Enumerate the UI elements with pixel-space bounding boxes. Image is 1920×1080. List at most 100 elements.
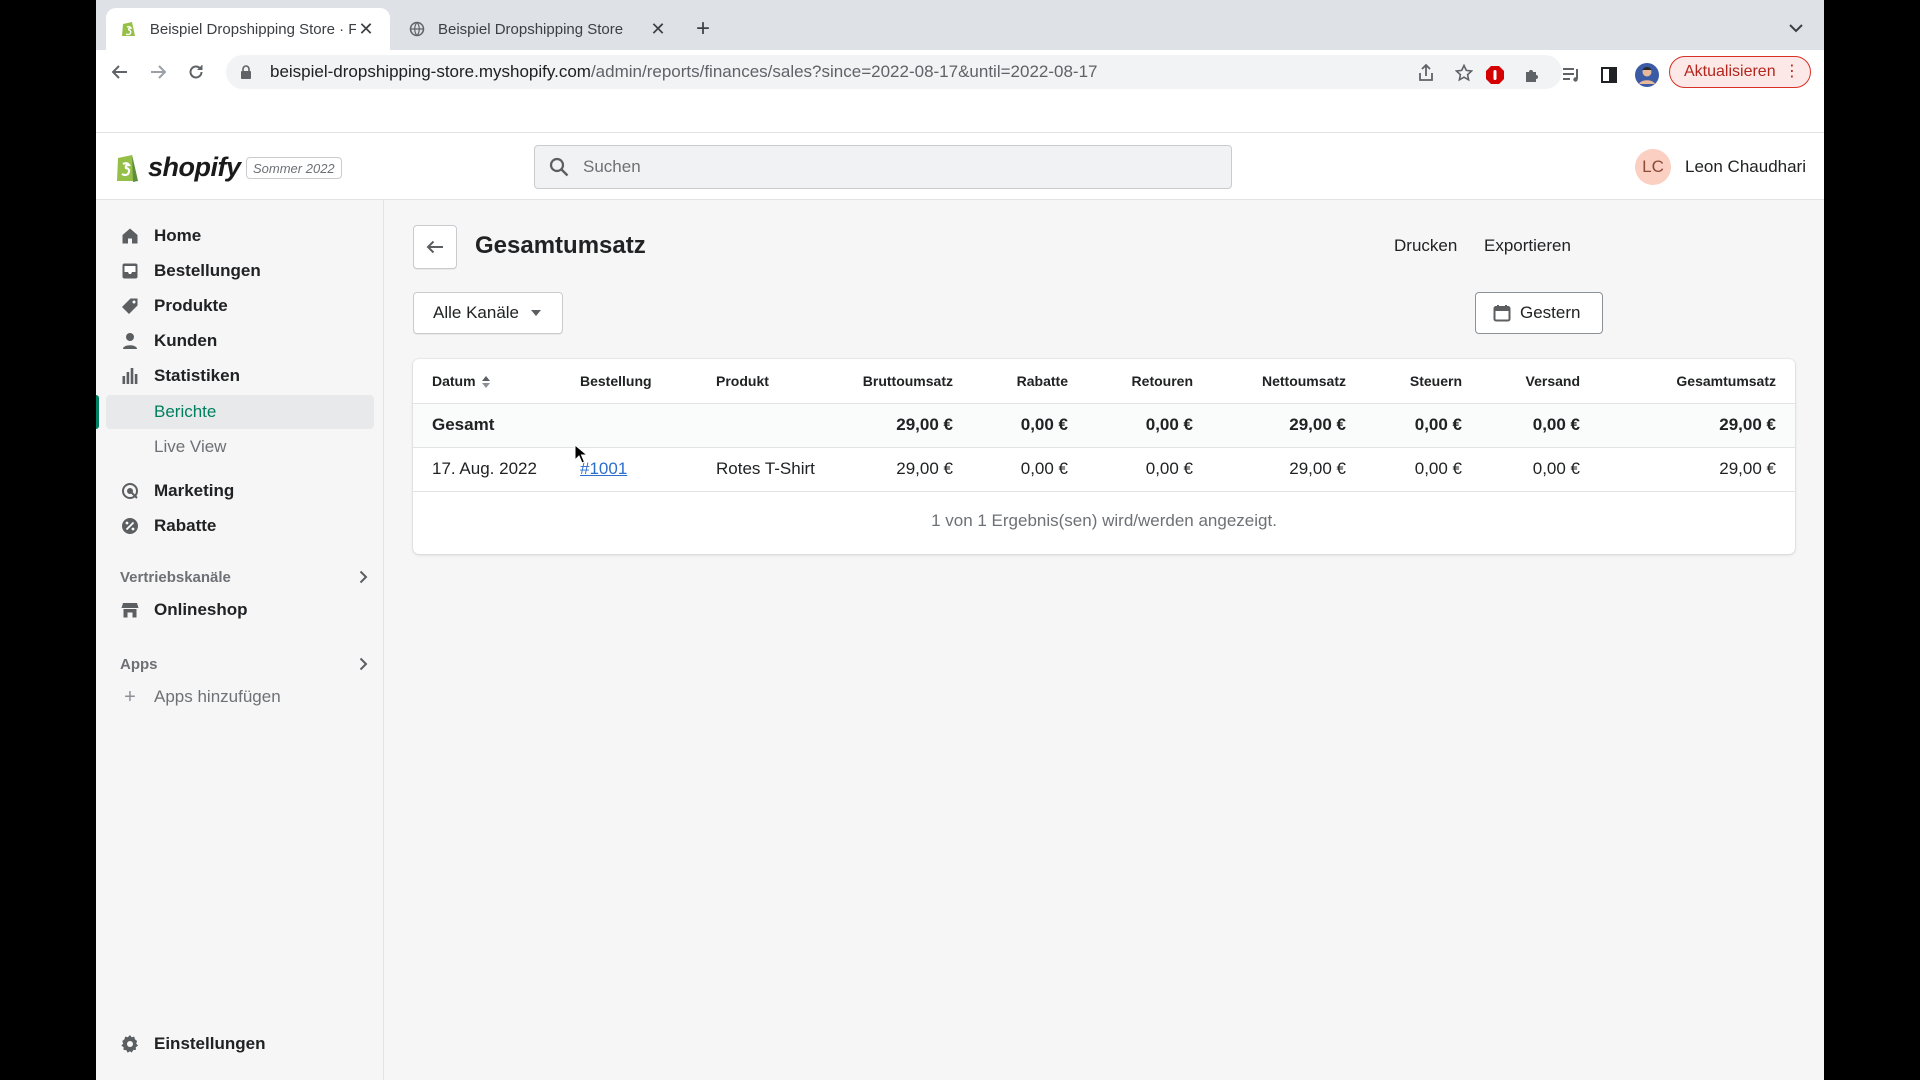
tab-title: Beispiel Dropshipping Store · F bbox=[149, 20, 357, 38]
reload-icon[interactable] bbox=[182, 58, 210, 86]
column-header-gross-sales[interactable]: Bruttoumsatz bbox=[837, 359, 972, 404]
channel-filter-dropdown[interactable]: Alle Kanäle bbox=[413, 292, 563, 334]
date-range-button[interactable]: Gestern bbox=[1475, 292, 1603, 334]
share-icon[interactable] bbox=[1416, 63, 1436, 83]
back-arrow-icon[interactable] bbox=[106, 58, 134, 86]
table-cell: 29,00 € bbox=[1599, 447, 1795, 492]
table-cell: 0,00 € bbox=[972, 403, 1087, 448]
shopify-topbar: shopify Sommer 2022 Suchen LC Leon Chaud… bbox=[96, 132, 1824, 200]
chevron-right-icon bbox=[354, 655, 372, 673]
table-cell: 0,00 € bbox=[1087, 403, 1212, 448]
column-header-order[interactable]: Bestellung bbox=[561, 359, 697, 404]
close-tab-icon[interactable]: ✕ bbox=[356, 19, 376, 39]
url-path: /admin/reports/finances/sales?since=2022… bbox=[590, 62, 1098, 81]
apps-header[interactable]: Apps bbox=[120, 652, 372, 676]
bookmark-star-icon[interactable] bbox=[1454, 63, 1474, 83]
tab-inactive[interactable]: Beispiel Dropshipping Store ✕ bbox=[394, 8, 682, 50]
sidebar-item-online-store[interactable]: Onlineshop bbox=[106, 593, 374, 627]
tab-search-chevron-icon[interactable] bbox=[1786, 18, 1806, 38]
active-indicator bbox=[96, 395, 99, 429]
shopify-favicon-icon bbox=[120, 20, 138, 38]
media-queue-icon[interactable] bbox=[1558, 62, 1584, 88]
forward-arrow-icon[interactable] bbox=[144, 58, 172, 86]
table-cell: 29,00 € bbox=[1599, 403, 1795, 448]
sales-channels-header[interactable]: Vertriebskanäle bbox=[120, 565, 372, 589]
tab-active[interactable]: Beispiel Dropshipping Store · F ✕ bbox=[106, 8, 390, 50]
browser-window: Beispiel Dropshipping Store · F ✕ Beispi… bbox=[96, 0, 1824, 1080]
channel-filter-label: Alle Kanäle bbox=[433, 303, 520, 322]
extensions-puzzle-icon[interactable] bbox=[1520, 62, 1546, 88]
table-cell: 29,00 € bbox=[1212, 447, 1365, 492]
calendar-icon bbox=[1493, 304, 1511, 322]
avatar: LC bbox=[1635, 149, 1672, 185]
adblock-extension-icon[interactable] bbox=[1482, 62, 1508, 88]
table-cell: 0,00 € bbox=[1365, 447, 1481, 492]
date-range-label: Gestern bbox=[1520, 303, 1581, 322]
report-table-card: Datum Bestellung Produkt Bruttoumsatz Ra… bbox=[413, 359, 1795, 554]
arrow-left-icon bbox=[426, 240, 443, 254]
sidebar-item-marketing[interactable]: Marketing bbox=[106, 474, 374, 508]
column-header-product[interactable]: Produkt bbox=[697, 359, 837, 404]
table-cell bbox=[697, 403, 837, 448]
sidebar-subitem-live-view[interactable]: Live View bbox=[106, 430, 374, 464]
side-panel-icon[interactable] bbox=[1596, 62, 1622, 88]
sidebar-item-label: Onlineshop bbox=[154, 600, 248, 619]
export-button[interactable]: Exportieren bbox=[1484, 236, 1571, 256]
main-content: Gesamtumsatz Drucken Exportieren Alle Ka… bbox=[384, 200, 1824, 1080]
search-input[interactable]: Suchen bbox=[534, 145, 1232, 189]
sidebar-item-analytics[interactable]: Statistiken bbox=[106, 359, 374, 393]
address-bar[interactable]: beispiel-dropshipping-store.myshopify.co… bbox=[226, 55, 1562, 89]
sort-icon bbox=[481, 376, 490, 389]
sidebar-item-discounts[interactable]: Rabatte bbox=[106, 509, 374, 543]
sidebar-item-label: Rabatte bbox=[154, 516, 217, 535]
sidebar-item-label: Home bbox=[154, 226, 202, 245]
column-header-taxes[interactable]: Steuern bbox=[1365, 359, 1481, 404]
sidebar-item-label: Einstellungen bbox=[154, 1034, 266, 1053]
sidebar-item-label: Kunden bbox=[154, 331, 218, 350]
sidebar-item-settings[interactable]: Einstellungen bbox=[106, 1027, 374, 1061]
table-cell: Rotes T-Shirt bbox=[697, 447, 837, 492]
gear-icon bbox=[120, 1034, 140, 1054]
url-host: beispiel-dropshipping-store.myshopify.co… bbox=[270, 62, 591, 81]
column-header-returns[interactable]: Retouren bbox=[1087, 359, 1212, 404]
column-header-date[interactable]: Datum bbox=[413, 359, 561, 404]
print-button[interactable]: Drucken bbox=[1394, 236, 1457, 256]
column-header-net-sales[interactable]: Nettoumsatz bbox=[1212, 359, 1365, 404]
sidebar-subitem-reports[interactable]: Berichte bbox=[106, 395, 374, 429]
lock-icon bbox=[240, 64, 256, 80]
logo-text: shopify bbox=[148, 151, 241, 182]
plus-icon: + bbox=[124, 685, 136, 708]
tag-icon bbox=[120, 296, 140, 316]
table-cell: 0,00 € bbox=[1481, 447, 1599, 492]
caret-down-icon bbox=[531, 310, 542, 316]
profile-avatar-icon[interactable] bbox=[1634, 62, 1660, 88]
home-icon bbox=[120, 226, 140, 246]
column-header-shipping[interactable]: Versand bbox=[1481, 359, 1599, 404]
shopify-logo[interactable]: shopify bbox=[114, 151, 241, 183]
new-tab-icon[interactable]: + bbox=[690, 15, 716, 42]
sidebar-item-customers[interactable]: Kunden bbox=[106, 324, 374, 358]
sidebar-item-orders[interactable]: Bestellungen bbox=[106, 254, 374, 288]
sidebar-item-label: Marketing bbox=[154, 481, 235, 500]
sidebar-item-home[interactable]: Home bbox=[106, 219, 374, 253]
user-name: Leon Chaudhari bbox=[1685, 157, 1806, 176]
user-menu[interactable]: LC Leon Chaudhari bbox=[1635, 149, 1806, 185]
sidebar-item-products[interactable]: Produkte bbox=[106, 289, 374, 323]
table-cell: 0,00 € bbox=[1481, 403, 1599, 448]
table-cell: Gesamt bbox=[413, 403, 561, 448]
sidebar: Home Bestellungen Produkte Kunden Statis… bbox=[96, 200, 384, 1080]
menu-dots-icon: ⋮ bbox=[1784, 63, 1800, 80]
table-cell: 17. Aug. 2022 bbox=[413, 447, 561, 492]
add-apps-button[interactable]: + Apps hinzufügen bbox=[106, 680, 374, 714]
tab-title: Beispiel Dropshipping Store bbox=[438, 20, 624, 38]
close-tab-icon[interactable]: ✕ bbox=[648, 19, 668, 39]
update-chrome-button[interactable]: Aktualisieren ⋮ bbox=[1669, 56, 1811, 88]
column-header-discounts[interactable]: Rabatte bbox=[972, 359, 1087, 404]
table-cell: 29,00 € bbox=[1212, 403, 1365, 448]
column-header-total-sales[interactable]: Gesamtumsatz bbox=[1599, 359, 1795, 404]
table-cell: 0,00 € bbox=[1087, 447, 1212, 492]
results-count-text: 1 von 1 Ergebnis(sen) wird/werden angeze… bbox=[931, 511, 1277, 530]
table-cell: 29,00 € bbox=[837, 447, 972, 492]
back-button[interactable] bbox=[413, 225, 457, 269]
search-placeholder: Suchen bbox=[583, 157, 641, 176]
